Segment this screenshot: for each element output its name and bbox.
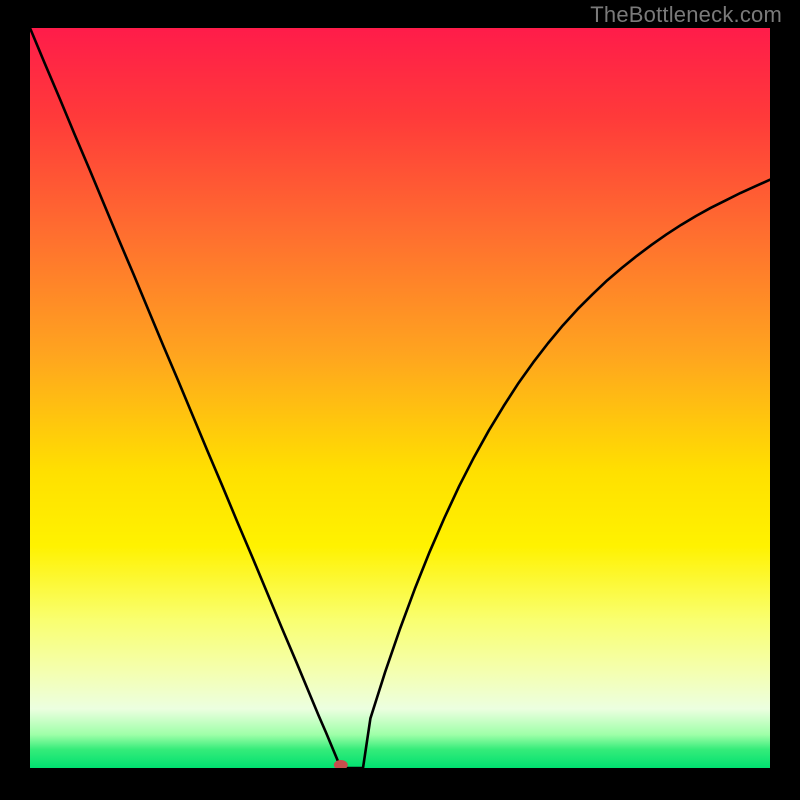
gradient-background [30, 28, 770, 768]
chart-svg [30, 28, 770, 768]
watermark-text: TheBottleneck.com [590, 2, 782, 28]
plot-area [30, 28, 770, 768]
chart-container: TheBottleneck.com [0, 0, 800, 800]
